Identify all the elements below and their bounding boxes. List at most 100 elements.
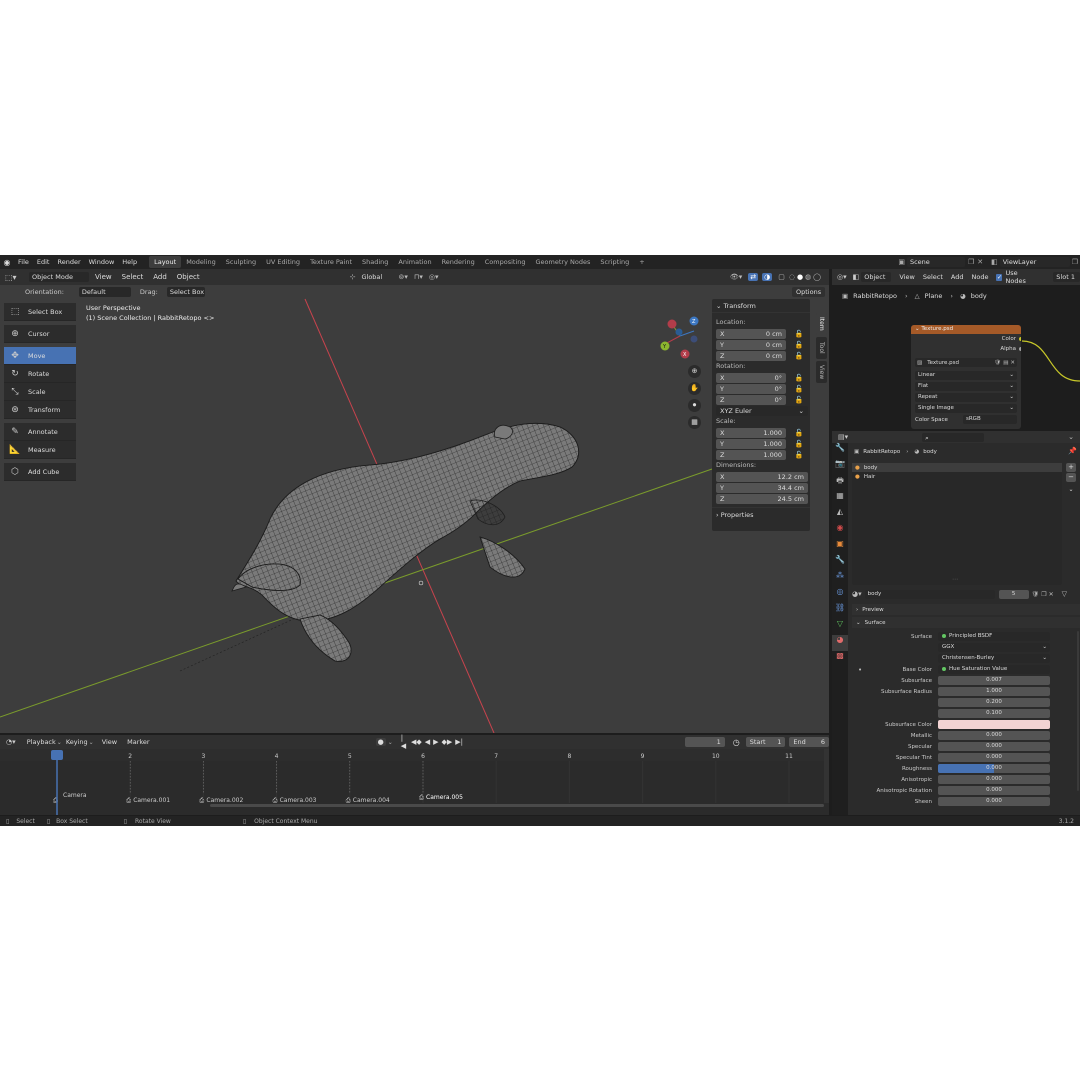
scale-y-field[interactable]: Y 1.000 🔓 [716, 438, 810, 449]
menu-window[interactable]: Window [85, 258, 119, 266]
start-frame-field[interactable]: Start 1 [745, 737, 786, 747]
number-field[interactable]: 0.000 [938, 775, 1050, 784]
tool-select-box[interactable]: ⬚ Select Box [4, 303, 76, 321]
rotation-y-field[interactable]: Y 0° 🔓 [716, 383, 810, 394]
copy-scene-icon[interactable]: ❐ [968, 258, 974, 266]
tab-rendering[interactable]: Rendering [437, 256, 480, 268]
props-scrollbar[interactable] [1077, 631, 1079, 791]
number-field[interactable]: 0.000 [938, 797, 1050, 806]
number-field[interactable]: 0.000 [938, 753, 1050, 762]
tab-item[interactable]: Item [816, 313, 827, 335]
shader-node-editor[interactable]: ◎▾ ◧ Object View Select Add Node ✓ Use N… [832, 269, 1080, 429]
jump-keyframe-back-icon[interactable]: ◀◆ [411, 738, 422, 746]
tab-shading[interactable]: Shading [357, 256, 393, 268]
number-field[interactable]: 0.000 [938, 742, 1050, 751]
modifier-properties-icon[interactable]: 🔧 [832, 555, 848, 571]
color-socket-icon[interactable] [1019, 336, 1021, 341]
clock-icon[interactable]: ◷ [733, 738, 740, 747]
tool-transform[interactable]: ⊛ Transform [4, 401, 76, 419]
ortho-toggle-icon[interactable]: ▦ [688, 416, 701, 429]
record-icon[interactable]: ● [375, 738, 386, 746]
copy-view-layer-icon[interactable]: ❐ [1072, 258, 1078, 266]
remove-scene-icon[interactable]: ✕ [977, 258, 983, 266]
surface-panel-header[interactable]: ⌄ Surface [852, 617, 1080, 628]
tab-layout[interactable]: Layout [149, 256, 182, 268]
alpha-socket-icon[interactable] [1019, 346, 1021, 351]
pin-icon[interactable]: 📌 [1068, 447, 1077, 455]
dimensions-y-field[interactable]: Y 34.4 cm [716, 482, 810, 493]
3d-viewport[interactable]: ⬚▾ Object Mode View Select Add Object ⊹ … [0, 269, 829, 733]
close-icon[interactable]: ✕ [1010, 360, 1015, 366]
duplicate-icon[interactable]: ❐ [1041, 591, 1046, 598]
preview-panel-header[interactable]: › Preview [852, 604, 1080, 615]
material-slots-list[interactable]: ● body ● Hair ⋯ [852, 463, 1062, 585]
lock-icon[interactable]: 🔓 [794, 440, 804, 448]
timeline-editor-icon[interactable]: ◔▾ [6, 738, 23, 746]
filter-icon[interactable]: ▽ [1062, 590, 1067, 598]
color-swatch[interactable] [938, 720, 1050, 729]
view-layer-field[interactable]: ViewLayer [999, 257, 1070, 267]
lock-icon[interactable]: 🔓 [794, 341, 804, 349]
remove-slot-button[interactable]: − [1066, 473, 1076, 482]
tl-menu-playback[interactable]: Playback [27, 738, 56, 746]
number-field[interactable]: 0.000 [938, 786, 1050, 795]
lock-icon[interactable]: 🔓 [794, 352, 804, 360]
tab-modeling[interactable]: Modeling [181, 256, 221, 268]
rotation-z-field[interactable]: Z 0° 🔓 [716, 394, 810, 405]
jump-start-icon[interactable]: |◀ [401, 734, 408, 750]
play-icon[interactable]: ▶ [433, 738, 438, 746]
dimensions-x-field[interactable]: X 12.2 cm [716, 471, 810, 482]
lock-icon[interactable]: 🔓 [794, 374, 804, 382]
location-x-field[interactable]: X0 cm 🔓 [716, 328, 810, 339]
number-field[interactable]: 0.000 [938, 731, 1050, 740]
output-properties-icon[interactable]: 🖶 [832, 475, 848, 491]
world-properties-icon[interactable]: ◉ [832, 523, 848, 539]
tab-scripting[interactable]: Scripting [595, 256, 634, 268]
add-slot-button[interactable]: + [1066, 463, 1076, 472]
data-properties-icon[interactable]: ▽ [832, 619, 848, 635]
add-workspace-button[interactable]: + [634, 256, 649, 268]
blender-logo-icon[interactable]: ◉ [0, 258, 14, 267]
tl-menu-keying[interactable]: Keying [66, 738, 88, 746]
rotation-x-field[interactable]: X 0° 🔓 [716, 372, 810, 383]
slider-field[interactable]: 0.000 [938, 764, 1050, 773]
tool-measure[interactable]: 📐 Measure [4, 441, 76, 459]
render-properties-icon[interactable]: 📷 [832, 459, 848, 475]
jump-end-icon[interactable]: ▶| [455, 738, 463, 746]
image-name-field[interactable]: Texture.psd [927, 360, 994, 366]
image-texture-node[interactable]: ⌄ Texture.psd Color Alpha ▨ Texture.psd … [911, 325, 1021, 429]
tool-add-cube[interactable]: ⬡ Add Cube [4, 463, 76, 481]
lock-icon[interactable]: 🔓 [794, 429, 804, 437]
tab-geometry-nodes[interactable]: Geometry Nodes [531, 256, 596, 268]
projection-select[interactable]: Flat ⌄ [915, 382, 1017, 391]
tl-menu-view[interactable]: View [102, 738, 117, 746]
texture-properties-icon[interactable]: ▩ [832, 651, 848, 667]
lock-icon[interactable]: 🔓 [794, 330, 804, 338]
tool-annotate[interactable]: ✎ Annotate [4, 423, 76, 441]
list-resize-handle[interactable]: ⋯ [952, 576, 958, 583]
tab-animation[interactable]: Animation [393, 256, 436, 268]
menu-file[interactable]: File [14, 258, 33, 266]
properties-search[interactable]: ⌕ [922, 432, 985, 442]
material-properties-icon[interactable]: ◕ [832, 635, 848, 651]
tl-menu-marker[interactable]: Marker [127, 738, 149, 746]
tool-properties-icon[interactable]: 🔧 [832, 443, 848, 459]
tab-view[interactable]: View [816, 361, 827, 383]
play-reverse-icon[interactable]: ◀ [425, 738, 430, 746]
material-users-count[interactable]: 5 [998, 589, 1029, 599]
lock-icon[interactable]: 🔓 [794, 396, 804, 404]
tab-uv-editing[interactable]: UV Editing [261, 256, 305, 268]
scale-z-field[interactable]: Z 1.000 🔓 [716, 449, 810, 460]
menu-help[interactable]: Help [118, 258, 141, 266]
lock-icon[interactable]: 🔓 [794, 385, 804, 393]
fake-user-icon[interactable]: 🛡 [994, 360, 1001, 366]
number-field[interactable]: 0.200 [938, 698, 1050, 707]
physics-properties-icon[interactable]: ◎ [832, 587, 848, 603]
location-y-field[interactable]: Y0 cm 🔓 [716, 339, 810, 350]
input-socket-field[interactable]: Principled BSDF [938, 632, 1050, 641]
chevron-down-icon[interactable]: ⌄ [1068, 433, 1074, 441]
tab-texture-paint[interactable]: Texture Paint [305, 256, 357, 268]
transform-panel-header[interactable]: ⌄ Transform [712, 299, 810, 313]
view-layer-properties-icon[interactable]: ▦ [832, 491, 848, 507]
camera-view-icon[interactable]: ⏺ [688, 399, 701, 412]
